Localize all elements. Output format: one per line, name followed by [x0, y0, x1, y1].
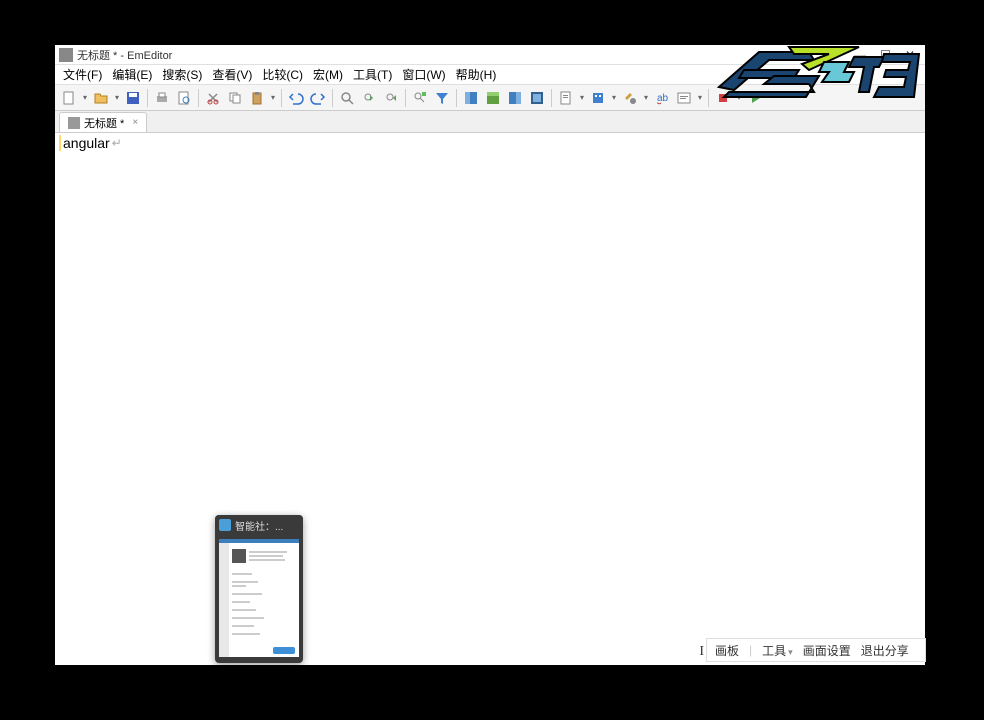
find-prev-button[interactable] [359, 88, 379, 108]
plugin-dropdown[interactable]: ▾ [610, 93, 618, 102]
file-icon [68, 117, 80, 129]
new-file-dropdown[interactable]: ▾ [81, 93, 89, 102]
eol-icon: ↵ [112, 136, 122, 150]
paste-dropdown[interactable]: ▾ [269, 93, 277, 102]
preview-thumbnail[interactable] [219, 539, 299, 657]
preview-header: 智能社：... [215, 515, 303, 535]
exit-share-button[interactable]: 退出分享 [861, 642, 909, 659]
separator: | [749, 643, 752, 657]
menu-macro[interactable]: 宏(M) [313, 66, 343, 83]
panel3-button[interactable] [505, 88, 525, 108]
document-tab[interactable]: 无标题 * × [59, 112, 147, 132]
editor-area[interactable]: angular↵ [55, 133, 925, 665]
menu-file[interactable]: 文件(F) [63, 66, 102, 83]
word-dropdown[interactable]: ▾ [696, 93, 704, 102]
editor-text: angular [59, 135, 110, 151]
menu-view[interactable]: 查看(V) [212, 66, 252, 83]
caret-down-icon: ▾ [788, 647, 793, 657]
tab-title: 无标题 * [84, 115, 124, 131]
new-file-button[interactable] [59, 88, 79, 108]
paste-button[interactable] [247, 88, 267, 108]
tab-close-icon[interactable]: × [132, 117, 138, 128]
tools-dropdown[interactable]: ▾ [642, 93, 650, 102]
menu-tool[interactable]: 工具(T) [353, 66, 392, 83]
share-toolbar: 画板 | 工具▾ 画面设置 退出分享 [706, 638, 926, 662]
preview-app-icon [219, 519, 231, 531]
editor-line: angular↵ [59, 135, 921, 151]
text-cursor-icon: I [699, 644, 704, 660]
spell-button[interactable]: ab [652, 88, 672, 108]
print-preview-button[interactable] [174, 88, 194, 108]
tools-button[interactable] [620, 88, 640, 108]
redo-button[interactable] [308, 88, 328, 108]
menu-window[interactable]: 窗口(W) [402, 66, 445, 83]
board-button[interactable]: 画板 [715, 642, 739, 659]
svg-text:ab: ab [657, 93, 669, 104]
cut-button[interactable] [203, 88, 223, 108]
save-button[interactable] [123, 88, 143, 108]
menu-help[interactable]: 帮助(H) [456, 66, 497, 83]
print-button[interactable] [152, 88, 172, 108]
window-title: 无标题 * - EmEditor [77, 47, 172, 63]
tab-bar: 无标题 * × [55, 111, 925, 133]
watermark-logo [714, 42, 924, 102]
open-file-dropdown[interactable]: ▾ [113, 93, 121, 102]
panel1-button[interactable] [461, 88, 481, 108]
menu-compare[interactable]: 比较(C) [262, 66, 303, 83]
panel2-button[interactable] [483, 88, 503, 108]
config-button[interactable] [556, 88, 576, 108]
app-icon [59, 48, 73, 62]
open-file-button[interactable] [91, 88, 111, 108]
undo-button[interactable] [286, 88, 306, 108]
tool-button[interactable]: 工具▾ [762, 642, 793, 659]
word-button[interactable] [674, 88, 694, 108]
taskbar-preview[interactable]: 智能社：... [215, 515, 303, 663]
find-next-button[interactable] [381, 88, 401, 108]
setting-button[interactable]: 画面设置 [803, 642, 851, 659]
plugin-button[interactable] [588, 88, 608, 108]
filter-button[interactable] [410, 88, 430, 108]
menu-search[interactable]: 搜索(S) [162, 66, 202, 83]
config-dropdown[interactable]: ▾ [578, 93, 586, 102]
copy-button[interactable] [225, 88, 245, 108]
funnel-icon[interactable] [432, 88, 452, 108]
panel4-button[interactable] [527, 88, 547, 108]
preview-title: 智能社：... [235, 518, 283, 533]
menu-edit[interactable]: 编辑(E) [112, 66, 152, 83]
emeditor-window: 无标题 * - EmEditor — ☐ ✕ 文件(F) 编辑(E) 搜索(S)… [55, 45, 925, 665]
find-button[interactable] [337, 88, 357, 108]
